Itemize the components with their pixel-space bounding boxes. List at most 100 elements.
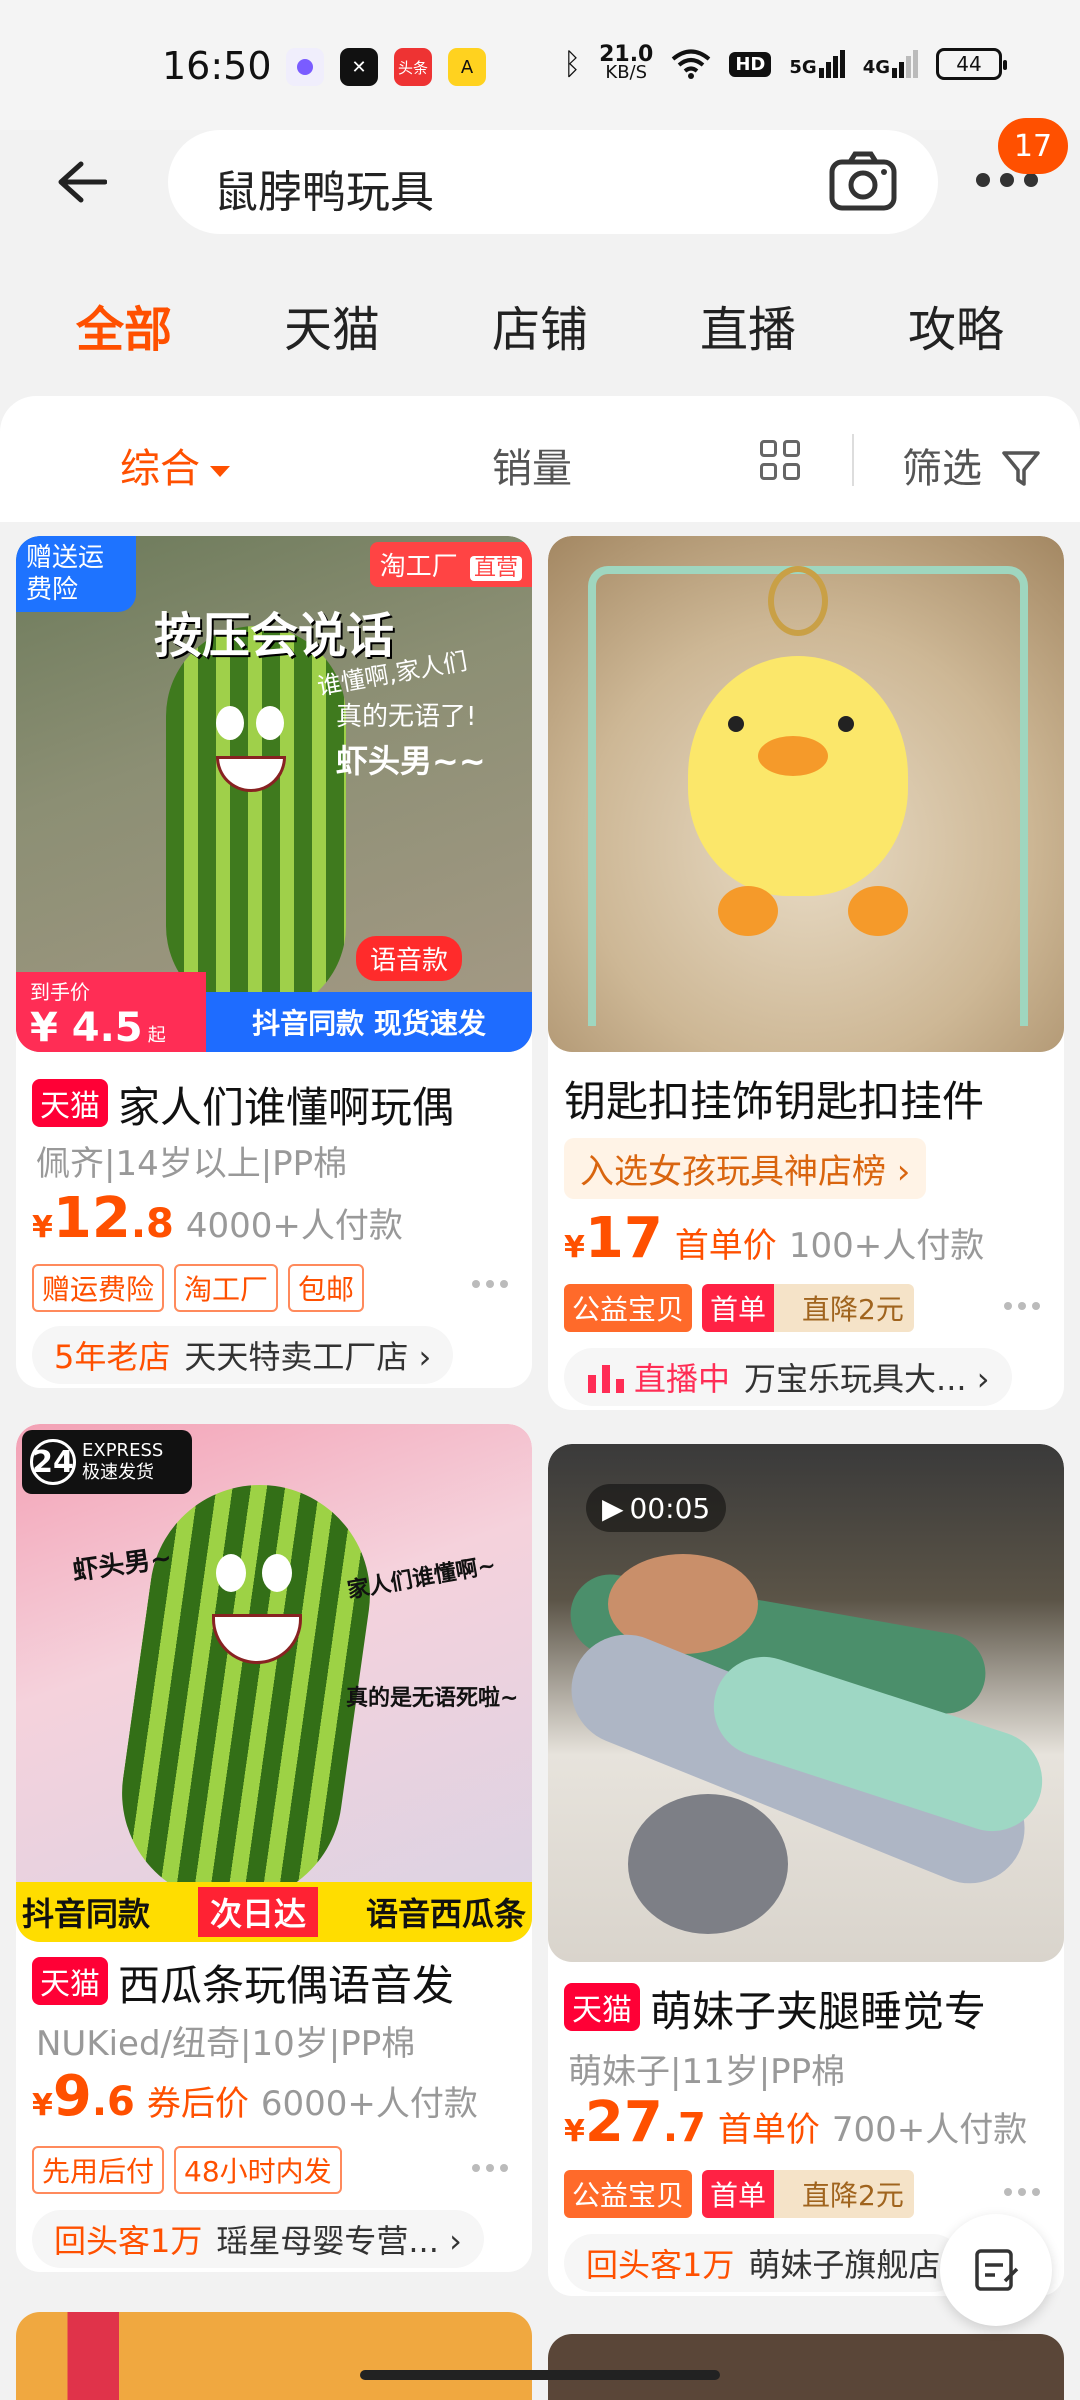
express-cn-label: 极速发货 bbox=[82, 1462, 154, 1483]
tag: 公益宝贝 bbox=[564, 2170, 693, 2218]
shop-link[interactable]: 5年老店 天天特卖工厂店 › bbox=[32, 1326, 454, 1384]
camera-search-button[interactable] bbox=[828, 150, 898, 214]
shop-name: 天天特卖工厂店 › bbox=[184, 1338, 432, 1376]
filter-button[interactable]: 筛选 bbox=[902, 436, 1041, 494]
cat-plush-head-graphic bbox=[628, 1794, 788, 1934]
plush-eye bbox=[262, 1554, 292, 1592]
app-notification-icon bbox=[286, 48, 324, 86]
chick-eye bbox=[728, 716, 744, 732]
arrow-left-icon bbox=[58, 161, 107, 203]
product-card[interactable]: 钥匙扣挂饰钥匙扣挂件 入选女孩玩具神店榜 › ¥17 首单价 100+人付款 公… bbox=[548, 536, 1064, 1410]
sort-comprehensive-label: 综合 bbox=[120, 446, 200, 492]
next-day-delivery-label: 次日达 bbox=[197, 1887, 318, 1937]
more-dots-icon[interactable] bbox=[1004, 2188, 1040, 2196]
price: ¥12.8 bbox=[32, 1186, 174, 1251]
video-duration-badge: ▶ 00:05 bbox=[586, 1484, 727, 1532]
product-image[interactable]: 赠送运费险 淘工厂 直营 按压会说话 谁懂啊,家人们 真的无语了! 虾头男~~ … bbox=[16, 536, 532, 1052]
price: ¥27.7 bbox=[564, 2090, 706, 2155]
product-card-preview[interactable] bbox=[16, 2312, 532, 2400]
product-image[interactable]: 24 EXPRESS 极速发货 虾头男~ 家人们谁懂啊~ 真的是无语死啦~ 抖音… bbox=[16, 1424, 532, 1942]
image-caption: 家人们谁懂啊~ bbox=[345, 1553, 498, 1604]
shop-highlight: 回头客1万 bbox=[54, 2222, 203, 2260]
tab-live[interactable]: 直播 bbox=[700, 290, 796, 360]
product-image[interactable]: ▶ 00:05 bbox=[548, 1444, 1064, 1962]
home-indicator[interactable] bbox=[360, 2370, 720, 2380]
paid-count: 700+人付款 bbox=[831, 2110, 1028, 2150]
free-return-insurance-badge: 赠送运费险 bbox=[16, 536, 136, 612]
price-row: ¥9.6 券后价 6000+人付款 bbox=[32, 2064, 478, 2129]
tmall-badge: 天猫 bbox=[32, 1079, 108, 1127]
wifi-icon bbox=[672, 49, 711, 79]
product-specs: NUKied/纽奇|10岁|PP棉 bbox=[36, 2024, 416, 2064]
plush-eye bbox=[216, 1554, 246, 1592]
product-title-text: 西瓜条玩偶语音发 bbox=[118, 1961, 455, 2010]
shop-name: 瑶星母婴专营... › bbox=[216, 2222, 462, 2260]
price-integer: 17 bbox=[584, 1206, 663, 1271]
video-duration: 00:05 bbox=[629, 1491, 711, 1525]
product-tags: 公益宝贝 首单 直降2元 bbox=[564, 1284, 914, 1332]
more-dots-icon[interactable] bbox=[472, 1280, 508, 1288]
filter-label: 筛选 bbox=[902, 446, 982, 492]
product-tags: 先用后付 48小时内发 bbox=[32, 2146, 342, 2194]
tag: 包邮 bbox=[288, 1264, 365, 1312]
image-banner-left: 抖音同款 bbox=[22, 1895, 151, 1933]
price-currency: ¥ bbox=[564, 2114, 585, 2149]
price-row: ¥27.7 首单价 700+人付款 bbox=[564, 2090, 1027, 2155]
chick-beak bbox=[758, 736, 828, 776]
product-specs: 萌妹子|11岁|PP棉 bbox=[568, 2052, 846, 2092]
more-dots-icon[interactable] bbox=[472, 2164, 508, 2172]
sort-comprehensive[interactable]: 综合 bbox=[120, 436, 230, 494]
play-icon: ▶ bbox=[602, 1491, 624, 1525]
live-bars-icon bbox=[588, 1365, 624, 1393]
price-label: 首单价 bbox=[717, 2110, 820, 2150]
final-price-label: 到手价 bbox=[30, 980, 90, 1004]
price: ¥17 bbox=[564, 1206, 663, 1271]
product-title[interactable]: 天猫 萌妹子夹腿睡觉专 bbox=[564, 1978, 1054, 2039]
price-row: ¥12.8 4000+人付款 bbox=[32, 1186, 403, 1251]
shop-link[interactable]: 直播中 万宝乐玩具大... › bbox=[564, 1348, 1012, 1406]
tag: 首单 bbox=[702, 2170, 775, 2218]
plush-eye bbox=[256, 706, 284, 740]
product-image[interactable] bbox=[548, 536, 1064, 1052]
product-title[interactable]: 天猫 家人们谁懂啊玩偶 bbox=[32, 1074, 522, 1135]
tab-tmall[interactable]: 天猫 bbox=[284, 290, 380, 360]
grid-view-toggle-icon[interactable] bbox=[760, 440, 800, 480]
tag: 首单 bbox=[702, 1284, 775, 1332]
sort-sales[interactable]: 销量 bbox=[492, 436, 572, 494]
image-headline: 按压会说话 bbox=[154, 608, 395, 664]
floating-edit-button[interactable] bbox=[940, 2214, 1052, 2326]
product-card[interactable]: 24 EXPRESS 极速发货 虾头男~ 家人们谁懂啊~ 真的是无语死啦~ 抖音… bbox=[16, 1424, 532, 2272]
product-card-preview[interactable] bbox=[548, 2334, 1064, 2400]
signal-5g-icon: 5G bbox=[789, 50, 845, 78]
paid-count: 4000+人付款 bbox=[185, 1206, 403, 1246]
chick-foot bbox=[718, 886, 778, 936]
ranking-badge[interactable]: 入选女孩玩具神店榜 › bbox=[564, 1138, 927, 1199]
image-banner: 抖音同款 次日达 语音西瓜条 bbox=[16, 1882, 532, 1942]
tmall-badge: 天猫 bbox=[32, 1957, 108, 2005]
price-label: 券后价 bbox=[146, 2084, 249, 2124]
search-bar[interactable]: 鼠脖鸭玩具 bbox=[168, 130, 938, 234]
price-decimal: .8 bbox=[130, 1201, 174, 1247]
caret-down-icon bbox=[210, 465, 230, 477]
more-dots-icon[interactable] bbox=[1004, 1302, 1040, 1310]
final-price-suffix: 起 bbox=[147, 1025, 166, 1046]
price-currency: ¥ bbox=[32, 2088, 53, 2123]
product-title[interactable]: 天猫 西瓜条玩偶语音发 bbox=[32, 1952, 522, 2013]
taogongchang-badge: 淘工厂 直营 bbox=[369, 542, 532, 587]
product-title[interactable]: 钥匙扣挂饰钥匙扣挂件 bbox=[564, 1068, 1054, 1129]
battery-level: 44 bbox=[956, 52, 982, 76]
shop-link[interactable]: 回头客1万 瑶星母婴专营... › bbox=[32, 2210, 484, 2268]
product-card[interactable]: 赠送运费险 淘工厂 直营 按压会说话 谁懂啊,家人们 真的无语了! 虾头男~~ … bbox=[16, 536, 532, 1388]
tag: 直降2元 bbox=[774, 2170, 914, 2218]
shop-link[interactable]: 回头客1万 萌妹子旗舰店 bbox=[564, 2234, 963, 2292]
product-card[interactable]: ▶ 00:05 天猫 萌妹子夹腿睡觉专 萌妹子|11岁|PP棉 ¥27.7 首单价 … bbox=[548, 1444, 1064, 2296]
back-button[interactable] bbox=[50, 150, 114, 214]
tab-shops[interactable]: 店铺 bbox=[492, 290, 588, 360]
search-query[interactable]: 鼠脖鸭玩具 bbox=[214, 156, 434, 220]
net-speed: 21.0 KB/S bbox=[599, 44, 653, 82]
tab-all[interactable]: 全部 bbox=[76, 290, 172, 360]
price-decimal: .6 bbox=[91, 2079, 135, 2125]
status-indicators: ᛒ 21.0 KB/S HD 5G 4G 44 bbox=[563, 44, 1007, 82]
tab-guides[interactable]: 攻略 bbox=[908, 290, 1004, 360]
product-title-text: 萌妹子夹腿睡觉专 bbox=[650, 1987, 987, 2036]
